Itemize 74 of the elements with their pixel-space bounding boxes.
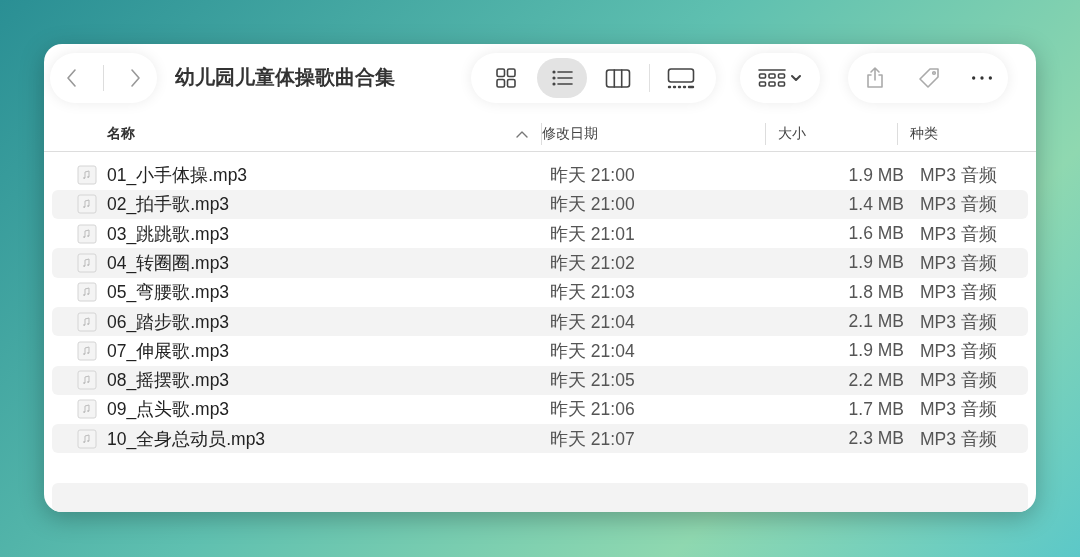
- file-name: 08_摇摆歌.mp3: [107, 369, 230, 393]
- date-cell-text: 昨天 21:03: [550, 281, 636, 305]
- size-cell-text: 2.2 MB: [847, 369, 905, 391]
- file-name: 02_拍手歌.mp3: [107, 193, 230, 217]
- file-row[interactable]: 02_拍手歌.mp3 昨天 21:00 1.4 MB MP3 音频: [52, 189, 1028, 219]
- music-file-icon: [77, 194, 97, 215]
- column-header[interactable]: 种类: [910, 124, 938, 143]
- column-header[interactable]: 修改日期: [542, 124, 598, 143]
- kind-cell-text: MP3 音频: [919, 427, 998, 451]
- date-cell-text: 昨天 21:05: [550, 369, 636, 393]
- file-name: 07_伸展歌.mp3: [107, 339, 230, 363]
- date-cell-text: 昨天 21:04: [550, 310, 636, 334]
- grid-icon: [495, 66, 517, 89]
- size-cell-text: 1.6 MB: [847, 223, 905, 245]
- kind-cell-text: MP3 音频: [919, 193, 998, 217]
- grid-icon: [758, 67, 786, 88]
- music-file-icon: [77, 399, 97, 420]
- date-cell-text: 昨天 21:00: [550, 164, 636, 188]
- date-cell-text: 昨天 21:02: [550, 251, 636, 275]
- date-cell-text: 昨天 21:04: [550, 339, 636, 363]
- size-cell-text: 1.9 MB: [847, 252, 905, 274]
- chevron-down-icon: [790, 72, 802, 83]
- size-cell-text: 1.7 MB: [847, 398, 905, 420]
- file-row[interactable]: 04_转圈圈.mp3 昨天 21:02 1.9 MB MP3 音频: [52, 248, 1028, 278]
- music-file-icon: [77, 370, 97, 391]
- file-row[interactable]: 05_弯腰歌.mp3 昨天 21:03 1.8 MB MP3 音频: [52, 277, 1028, 307]
- size-cell-text: 1.9 MB: [847, 164, 905, 186]
- file-row[interactable]: 06_踏步歌.mp3 昨天 21:04 2.1 MB MP3 音频: [52, 306, 1028, 337]
- file-row[interactable]: 01_小手体操.mp3 昨天 21:00 1.9 MB MP3 音频: [52, 160, 1028, 190]
- file-row[interactable]: 03_跳跳歌.mp3 昨天 21:01 1.6 MB MP3 音频: [52, 219, 1028, 249]
- kind-cell-text: MP3 音频: [919, 369, 998, 393]
- gallery-icon: [667, 66, 695, 89]
- kind-cell-text: MP3 音频: [919, 251, 998, 275]
- tag-icon: [918, 66, 940, 89]
- file-name: 09_点头歌.mp3: [107, 398, 230, 422]
- file-name: 10_全身总动员.mp3: [107, 427, 266, 451]
- music-file-icon: [77, 282, 97, 303]
- kind-cell-text: MP3 音频: [919, 164, 998, 188]
- kind-cell-text: MP3 音频: [919, 310, 998, 334]
- file-row[interactable]: 07_伸展歌.mp3 昨天 21:04 1.9 MB MP3 音频: [52, 336, 1028, 366]
- music-file-icon: [77, 165, 97, 186]
- music-file-icon: [77, 311, 97, 332]
- music-file-icon: [77, 428, 97, 449]
- window-title: 幼儿园儿童体操歌曲合集: [175, 65, 396, 91]
- file-row[interactable]: 10_全身总动员.mp3 昨天 21:07 2.3 MB MP3 音频: [52, 424, 1028, 454]
- kind-cell-text: MP3 音频: [919, 398, 998, 422]
- column-header[interactable]: 名称: [107, 124, 135, 143]
- more-icon: [972, 75, 992, 80]
- size-cell-text: 2.3 MB: [847, 428, 905, 450]
- date-cell-text: 昨天 21:00: [550, 193, 636, 217]
- file-name: 05_弯腰歌.mp3: [107, 281, 230, 305]
- music-file-icon: [77, 252, 97, 273]
- file-name: 06_踏步歌.mp3: [107, 310, 230, 334]
- kind-cell-text: MP3 音频: [919, 281, 998, 305]
- size-cell-text: 1.8 MB: [847, 281, 905, 303]
- date-cell-text: 昨天 21:06: [550, 398, 636, 422]
- music-file-icon: [77, 223, 97, 244]
- size-cell-text: 1.9 MB: [847, 340, 905, 362]
- share-icon: [864, 65, 886, 90]
- kind-cell-text: MP3 音频: [919, 222, 998, 246]
- file-row[interactable]: 09_点头歌.mp3 昨天 21:06 1.7 MB MP3 音频: [52, 394, 1028, 425]
- date-cell-text: 昨天 21:01: [550, 222, 636, 246]
- file-name: 03_跳跳歌.mp3: [107, 222, 230, 246]
- file-name: 01_小手体操.mp3: [107, 164, 248, 188]
- size-cell-text: 1.4 MB: [847, 193, 905, 215]
- music-file-icon: [77, 340, 97, 361]
- columns-icon: [605, 66, 631, 89]
- file-row[interactable]: 08_摇摆歌.mp3 昨天 21:05 2.2 MB MP3 音频: [52, 365, 1028, 395]
- kind-cell-text: MP3 音频: [919, 339, 998, 363]
- column-header[interactable]: 大小: [778, 124, 806, 143]
- view-mode-button[interactable]: [537, 57, 587, 98]
- file-name: 04_转圈圈.mp3: [107, 251, 230, 275]
- date-cell-text: 昨天 21:07: [550, 427, 636, 451]
- size-cell-text: 2.1 MB: [847, 311, 905, 333]
